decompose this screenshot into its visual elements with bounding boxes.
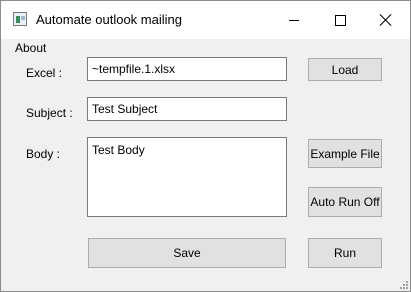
body-label: Body : <box>26 147 61 161</box>
app-icon <box>13 12 27 26</box>
minimize-button[interactable] <box>271 1 317 39</box>
close-button[interactable] <box>363 1 409 39</box>
maximize-icon <box>334 14 346 26</box>
minimize-icon <box>289 19 299 21</box>
subject-field[interactable]: Test Subject <box>87 97 287 121</box>
save-button[interactable]: Save <box>88 238 286 268</box>
menu-bar: About <box>1 39 410 57</box>
title-bar[interactable]: Automate outlook mailing <box>1 1 410 39</box>
excel-path-field[interactable]: ~tempfile.1.xlsx <box>87 57 287 81</box>
auto-run-toggle-button[interactable]: Auto Run Off <box>308 187 382 217</box>
close-icon <box>380 14 392 26</box>
load-button[interactable]: Load <box>308 58 382 81</box>
body-textarea[interactable]: Test Body <box>87 137 287 217</box>
subject-label: Subject : <box>26 106 73 120</box>
menu-item-about[interactable]: About <box>15 41 46 55</box>
app-window: Automate outlook mailing About Excel : ~… <box>0 0 411 292</box>
maximize-button[interactable] <box>317 1 363 39</box>
window-title: Automate outlook mailing <box>36 12 182 27</box>
excel-label: Excel : <box>26 66 63 80</box>
run-button[interactable]: Run <box>308 238 382 268</box>
resize-grip-icon[interactable] <box>398 279 408 289</box>
example-file-button[interactable]: Example File <box>308 139 382 168</box>
